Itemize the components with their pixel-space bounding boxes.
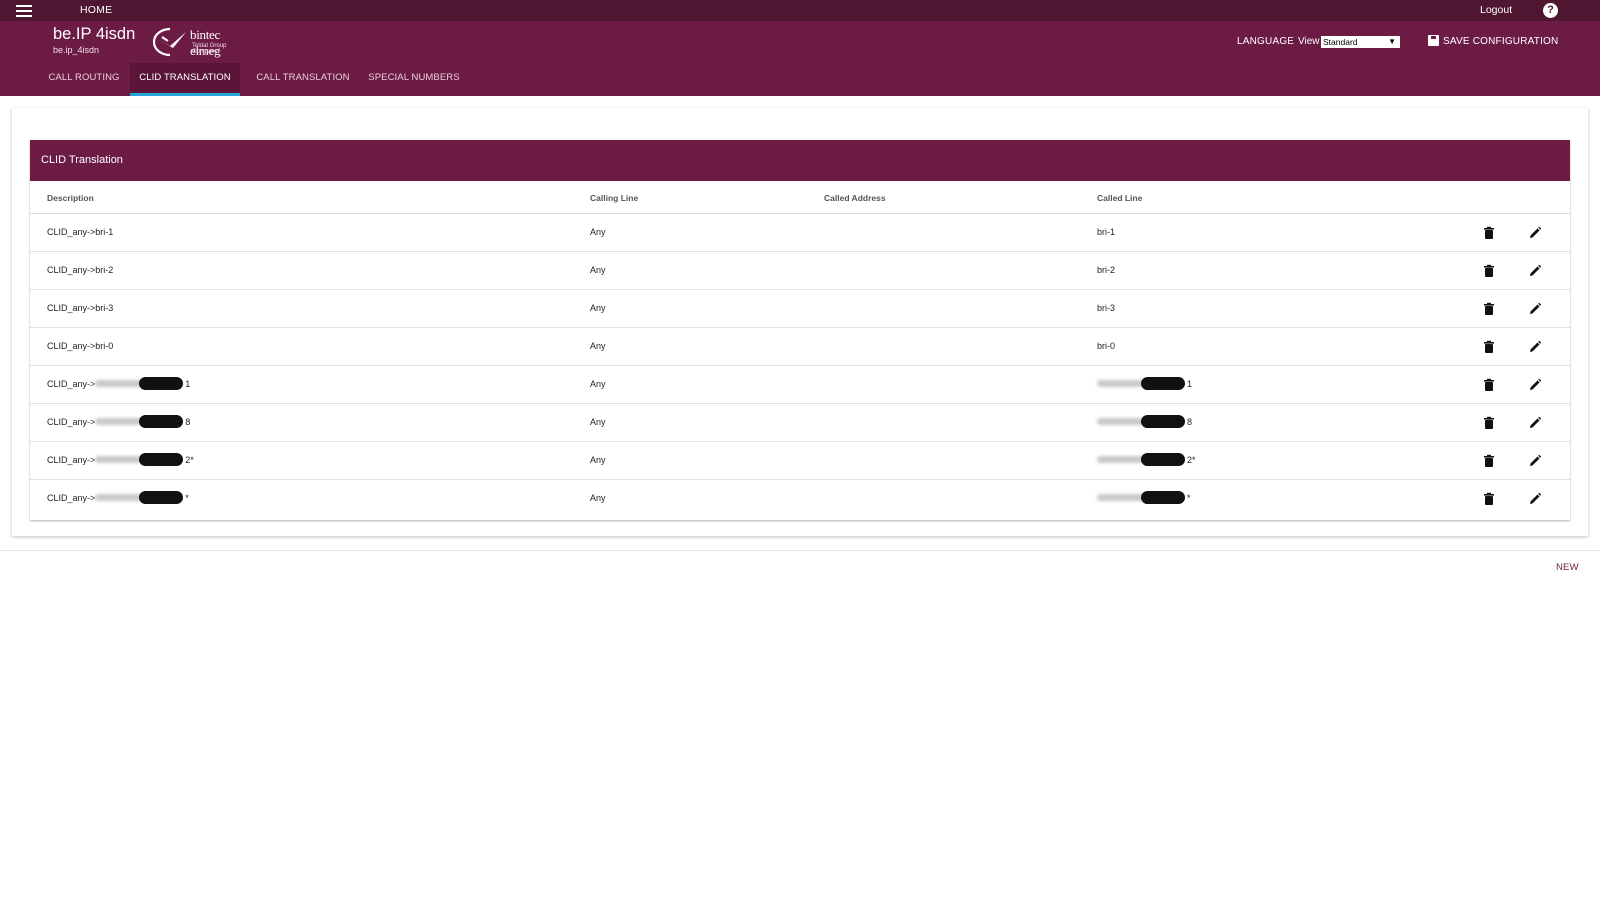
edit-pencil-icon[interactable] [1527,339,1543,355]
cell-called-line: * [1097,491,1191,505]
table-row[interactable]: CLID_any-> 8 Any 8 [30,404,1570,442]
edit-pencil-icon[interactable] [1527,491,1543,507]
edit-pencil-icon[interactable] [1527,415,1543,431]
column-header-called-address[interactable]: Called Address [824,193,886,203]
cell-called-line: 8 [1097,415,1192,429]
delete-icon[interactable] [1481,263,1497,279]
table-row[interactable]: CLID_any-> 1 Any 1 [30,366,1570,404]
edit-pencil-icon[interactable] [1527,453,1543,469]
tab-call-translation[interactable]: CALL TRANSLATION [251,63,355,96]
cell-called-line: bri-2 [1097,265,1116,275]
edit-pencil-icon[interactable] [1527,377,1543,393]
hamburger-menu-icon[interactable] [16,4,32,18]
table-row[interactable]: CLID_any->bri-0 Any bri-0 [30,328,1570,366]
logout-link[interactable]: Logout [1480,4,1512,16]
table-row[interactable]: CLID_any-> * Any * [30,480,1570,518]
save-configuration-button[interactable]: SAVE CONFIGURATION [1428,35,1558,47]
delete-icon[interactable] [1481,377,1497,393]
tab-clid-translation[interactable]: CLID TRANSLATION [130,63,240,96]
cell-description: CLID_any-> 1 [47,377,191,391]
delete-icon[interactable] [1481,491,1497,507]
redacted-text [1097,415,1187,429]
table-row[interactable]: CLID_any->bri-1 Any bri-1 [30,214,1570,252]
edit-pencil-icon[interactable] [1527,263,1543,279]
cell-calling-line: Any [590,227,606,237]
language-menu[interactable]: LANGUAGE [1237,36,1294,47]
cell-description: CLID_any-> 2* [47,453,194,467]
table-row[interactable]: CLID_any->bri-2 Any bri-2 [30,252,1570,290]
redacted-text [95,453,185,467]
cell-calling-line: Any [590,303,606,313]
cell-called-line: 2* [1097,453,1196,467]
edit-pencil-icon[interactable] [1527,301,1543,317]
view-label: View [1298,36,1320,47]
tab-special-numbers[interactable]: SPECIAL NUMBERS [364,63,464,96]
panel-title: CLID Translation [30,140,1570,181]
home-link[interactable]: HOME [80,4,112,16]
cell-description: CLID_any->bri-2 [47,265,114,275]
tab-call-routing[interactable]: CALL ROUTING [37,63,131,96]
delete-icon[interactable] [1481,301,1497,317]
cell-calling-line: Any [590,455,606,465]
app-header: be.IP 4isdn be.ip_4isdn bintec elmeg Tel… [0,21,1600,96]
floppy-disk-icon [1428,35,1439,46]
redacted-text [1097,453,1187,467]
redacted-text [1097,491,1187,505]
table-row[interactable]: CLID_any->bri-3 Any bri-3 [30,290,1570,328]
cell-calling-line: Any [590,493,606,503]
redacted-text [1097,377,1187,391]
redacted-text [95,415,185,429]
delete-icon[interactable] [1481,453,1497,469]
top-bar: HOME Logout ? [0,0,1600,21]
brand-tagline: Teldat Group Company [192,43,227,55]
delete-icon[interactable] [1481,225,1497,241]
cell-called-line: bri-3 [1097,303,1116,313]
cell-description: CLID_any->bri-1 [47,227,114,237]
cell-description: CLID_any-> 8 [47,415,191,429]
redacted-text [95,377,185,391]
cell-called-line: 1 [1097,377,1192,391]
dropdown-arrow-icon: ▼ [1388,37,1396,46]
cell-called-line: bri-0 [1097,341,1116,351]
view-select-value: Standard [1323,37,1358,47]
cell-description: CLID_any->bri-3 [47,303,114,313]
cell-calling-line: Any [590,417,606,427]
delete-icon[interactable] [1481,339,1497,355]
content-card: CLID Translation Description Calling Lin… [12,108,1588,536]
cell-called-line: bri-1 [1097,227,1116,237]
redacted-text [95,491,185,505]
view-select[interactable]: Standard ▼ [1321,36,1400,48]
device-subtitle: be.ip_4isdn [53,45,100,55]
brand-logo: bintec elmeg Teldat Group Company [148,26,248,58]
device-title: be.IP 4isdn [53,25,136,43]
cell-calling-line: Any [590,341,606,351]
footer-divider [0,550,1600,551]
column-header-description[interactable]: Description [47,193,94,203]
delete-icon[interactable] [1481,415,1497,431]
table-row[interactable]: CLID_any-> 2* Any 2* [30,442,1570,480]
bird-logo-icon [152,27,186,57]
cell-calling-line: Any [590,265,606,275]
column-header-called-line[interactable]: Called Line [1097,193,1142,203]
edit-pencil-icon[interactable] [1527,225,1543,241]
help-icon[interactable]: ? [1543,3,1558,18]
cell-calling-line: Any [590,379,606,389]
clid-translation-panel: CLID Translation Description Calling Lin… [30,140,1570,520]
cell-description: CLID_any->bri-0 [47,341,114,351]
cell-description: CLID_any-> * [47,491,189,505]
column-header-calling-line[interactable]: Calling Line [590,193,638,203]
table-body: CLID_any->bri-1 Any bri-1 CLID_any->bri-2 An… [30,214,1570,518]
save-configuration-label: SAVE CONFIGURATION [1443,36,1559,47]
table-header: Description Calling Line Called Address … [30,181,1570,214]
new-button[interactable]: NEW [1556,562,1579,573]
